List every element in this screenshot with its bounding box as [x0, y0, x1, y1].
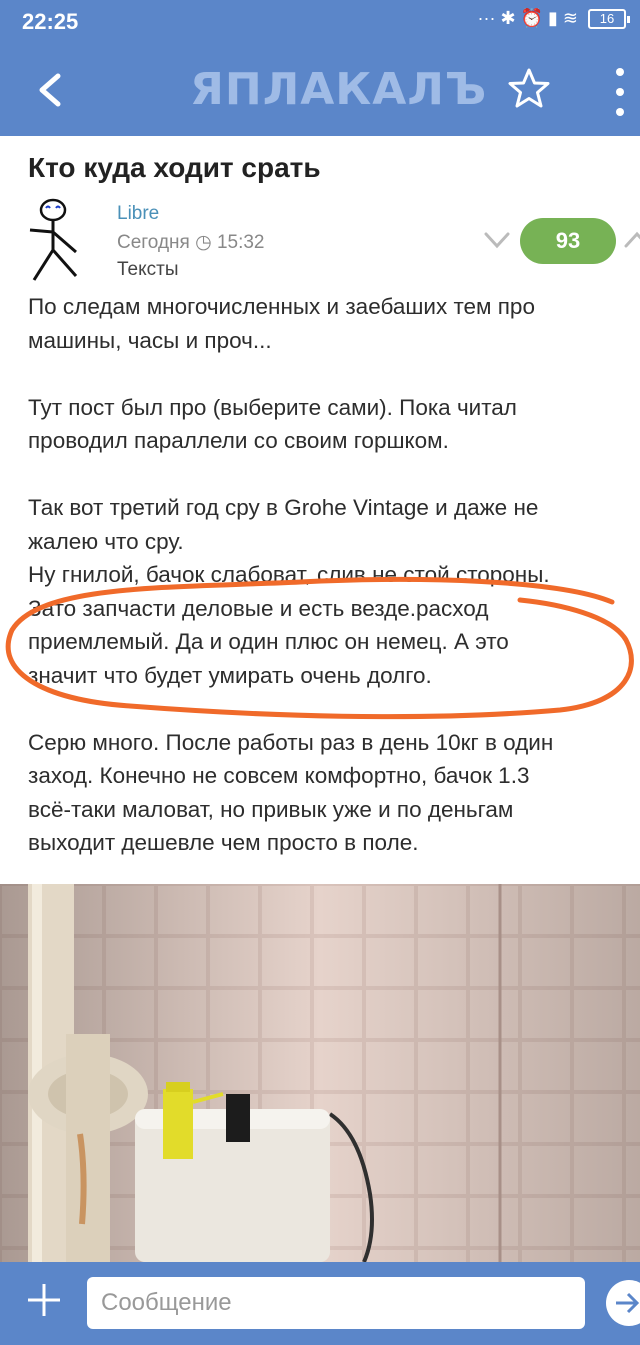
app-bar: ЯПЛАКАЛЪ: [0, 44, 640, 136]
status-bar: 22:25 ··· ✱ ⏰ ▮ ≋ 16: [0, 0, 640, 44]
post-paragraph: Серю много. После работы раз в день 10кг…: [28, 729, 554, 856]
plus-icon[interactable]: [24, 1280, 64, 1320]
post-title: Кто куда ходит срать: [28, 152, 321, 183]
post-body: По следам многочисленных и заебаших тем …: [28, 290, 628, 860]
status-icons: ··· ✱ ⏰ ▮ ≋ 16: [477, 8, 630, 29]
author-link[interactable]: Libre: [117, 203, 159, 225]
chevron-up-icon[interactable]: [622, 228, 640, 252]
star-icon: [508, 68, 550, 108]
message-input[interactable]: [87, 1277, 585, 1329]
chevron-left-icon: [39, 73, 61, 107]
post-paragraph: По следам многочисленных и заебаших тем …: [28, 294, 535, 353]
status-time: 22:25: [22, 9, 79, 34]
back-button[interactable]: [28, 64, 72, 116]
site-logo[interactable]: ЯПЛАКАЛЪ: [190, 64, 486, 116]
send-arrow-icon[interactable]: [606, 1280, 640, 1326]
avatar[interactable]: [24, 196, 82, 282]
more-vertical-icon: [616, 68, 624, 76]
more-dot: [616, 88, 624, 96]
post-paragraph: Тут пост был про (выберите сами). Пока ч…: [28, 394, 517, 454]
post-category[interactable]: Тексты: [117, 259, 179, 281]
rating-badge: 93: [520, 218, 616, 264]
status-indicators: ··· ✱ ⏰ ▮ ≋: [477, 8, 578, 28]
post-image[interactable]: [0, 884, 640, 1262]
composer-bar: [0, 1262, 640, 1345]
post-date: Сегодня ◷ 15:32: [117, 232, 265, 253]
post-paragraph: Так вот третий год сру в Grohe Vintage и…: [28, 495, 550, 688]
more-menu-button[interactable]: [610, 68, 630, 116]
chevron-down-icon[interactable]: [482, 228, 512, 252]
more-dot: [616, 108, 624, 116]
favorite-button[interactable]: [506, 66, 552, 112]
battery-icon: 16: [588, 8, 630, 29]
